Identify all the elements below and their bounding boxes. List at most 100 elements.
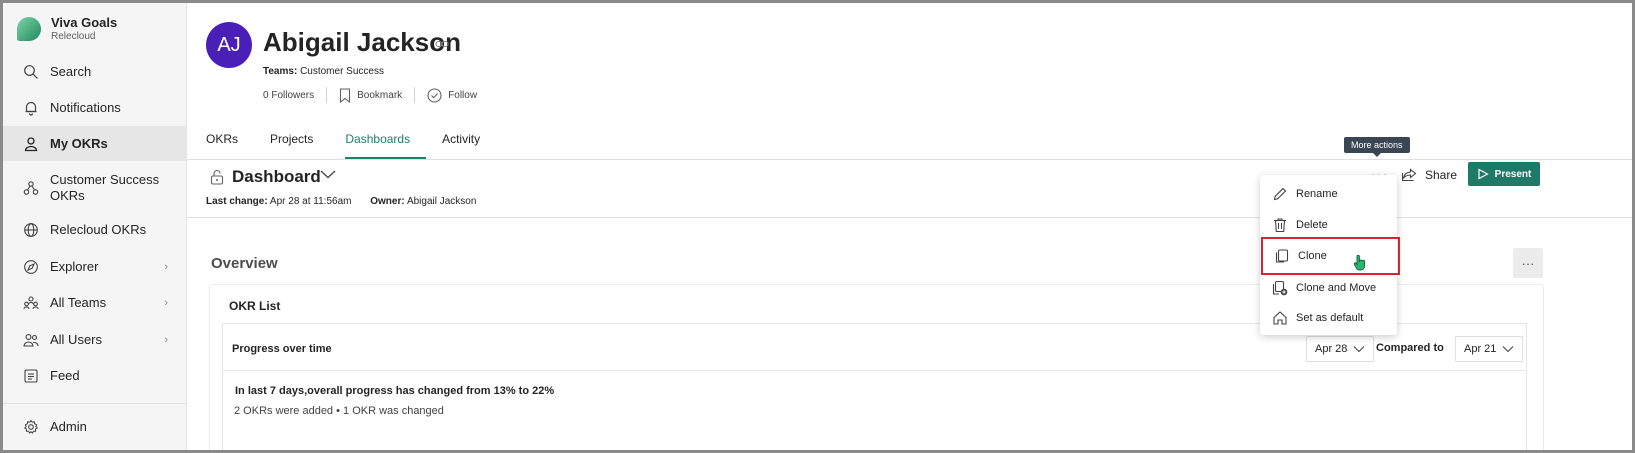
sidebar-item-customer-success-okrs[interactable]: Customer Success OKRs	[3, 171, 186, 205]
sidebar-item-my-okrs[interactable]: My OKRs	[3, 126, 186, 161]
brand[interactable]: Viva Goals Relecloud	[17, 15, 117, 43]
progress-title: Progress over time	[232, 343, 332, 355]
date-to-select[interactable]: Apr 21	[1455, 336, 1524, 362]
card-title: OKR List	[229, 299, 281, 313]
sidebar-item-label: My OKRs	[50, 135, 108, 151]
progress-card: Progress over time Apr 28 Compared to Ap…	[222, 323, 1527, 450]
sidebar-item-all-teams[interactable]: All Teams ›	[3, 290, 186, 316]
more-actions-tooltip: More actions	[1344, 137, 1410, 157]
link-icon[interactable]	[435, 37, 449, 52]
bookmark-icon	[339, 87, 351, 103]
profile-social-bar: 0 Followers Bookmark Follow	[263, 87, 477, 103]
chevron-down-icon	[1502, 345, 1514, 353]
copy-move-icon	[1272, 280, 1288, 296]
menu-item-delete[interactable]: Delete	[1260, 209, 1397, 240]
sidebar-item-label: Admin	[50, 419, 87, 434]
pencil-icon	[1272, 186, 1288, 202]
last-change-label: Last change:	[206, 196, 268, 207]
menu-item-clone[interactable]: Clone	[1261, 237, 1400, 275]
check-circle-icon	[427, 87, 442, 103]
teams-value[interactable]: Customer Success	[300, 66, 384, 77]
menu-item-label: Clone	[1298, 250, 1327, 262]
overview-title: Overview	[211, 255, 278, 272]
progress-summary: In last 7 days,overall progress has chan…	[235, 385, 555, 397]
feed-icon	[22, 367, 40, 385]
gear-icon	[22, 418, 40, 436]
sidebar-item-admin[interactable]: Admin	[3, 414, 186, 440]
dashboard-title[interactable]: Dashboard	[232, 167, 321, 187]
avatar: AJ	[206, 22, 252, 68]
sidebar-item-label: All Teams	[50, 295, 107, 310]
present-button[interactable]: Present	[1468, 162, 1540, 186]
sidebar-item-feed[interactable]: Feed	[3, 363, 186, 389]
chevron-right-icon: ›	[164, 334, 168, 346]
last-change-value: Apr 28 at 11:56am	[269, 196, 352, 207]
sidebar-item-label-line2: OKRs	[50, 188, 85, 203]
sidebar: Viva Goals Relecloud Search Notification…	[3, 3, 187, 450]
menu-item-label: Delete	[1296, 218, 1328, 231]
brand-name: Viva Goals	[51, 15, 118, 30]
share-label: Share	[1425, 168, 1458, 182]
tab-projects[interactable]: Projects	[270, 131, 329, 159]
compared-to-label: Compared to	[1376, 342, 1444, 354]
bookmark-button[interactable]: Bookmark	[357, 90, 402, 101]
date-from-value: Apr 28	[1315, 343, 1348, 355]
overview-more-button[interactable]: ···	[1513, 248, 1543, 278]
sidebar-item-all-users[interactable]: All Users ›	[3, 327, 186, 353]
menu-item-label: Set as default	[1296, 311, 1364, 324]
copy-icon	[1274, 248, 1290, 264]
sidebar-item-label: Explorer	[50, 259, 99, 274]
chevron-down-icon	[1353, 345, 1365, 353]
sidebar-item-relecloud-okrs[interactable]: Relecloud OKRs	[3, 217, 186, 243]
sidebar-item-notifications[interactable]: Notifications	[3, 95, 186, 121]
compass-icon	[22, 258, 40, 276]
chevron-down-icon[interactable]	[319, 167, 337, 185]
unlock-icon[interactable]	[210, 169, 224, 190]
trash-icon	[1272, 217, 1288, 233]
chevron-right-icon: ›	[164, 297, 168, 309]
search-icon	[22, 63, 40, 81]
owner-value: Abigail Jackson	[406, 196, 477, 207]
viva-goals-logo	[17, 17, 41, 41]
divider	[414, 87, 416, 103]
org-icon	[22, 179, 40, 197]
home-icon	[1272, 310, 1288, 326]
hand-cursor-icon	[1353, 254, 1367, 276]
tab-dashboards[interactable]: Dashboards	[345, 131, 427, 159]
profile-name: Abigail Jackson	[263, 27, 461, 57]
menu-item-label: Clone and Move	[1296, 281, 1377, 294]
menu-item-clone-and-move[interactable]: Clone and Move	[1260, 272, 1397, 303]
globe-icon	[22, 221, 40, 239]
share-icon	[1401, 168, 1417, 182]
sidebar-item-label: Feed	[50, 368, 80, 383]
teams-label: Teams:	[263, 66, 298, 77]
sidebar-item-label: Search	[50, 64, 92, 79]
divider	[223, 370, 1526, 371]
brand-org: Relecloud	[51, 31, 96, 42]
progress-details: 2 OKRs were added • 1 OKR was changed	[234, 405, 444, 417]
teams-icon	[22, 294, 40, 312]
share-button[interactable]: Share	[1401, 163, 1457, 187]
date-from-select[interactable]: Apr 28	[1306, 336, 1375, 362]
tab-okrs[interactable]: OKRs	[206, 131, 254, 159]
date-to-value: Apr 21	[1464, 343, 1497, 355]
menu-item-rename[interactable]: Rename	[1260, 178, 1397, 209]
more-actions-menu: Rename Delete Clone Clone and Move Set a…	[1260, 175, 1400, 335]
person-icon	[22, 135, 40, 153]
sidebar-item-label: Relecloud OKRs	[50, 222, 147, 237]
sidebar-item-search[interactable]: Search	[3, 59, 186, 85]
menu-item-set-as-default[interactable]: Set as default	[1260, 302, 1397, 333]
sidebar-item-explorer[interactable]: Explorer ›	[3, 254, 186, 280]
followers-count[interactable]: 0 Followers	[263, 90, 314, 101]
users-icon	[22, 331, 40, 349]
bell-icon	[22, 99, 40, 117]
owner-label: Owner:	[370, 196, 405, 207]
profile-tabs: OKRs Projects Dashboards Activity	[206, 131, 512, 159]
sidebar-item-label-line1: Customer Success	[50, 172, 160, 187]
app-window: Viva Goals Relecloud Search Notification…	[0, 0, 1635, 453]
sidebar-item-label: Notifications	[50, 100, 121, 115]
play-icon	[1477, 168, 1489, 180]
tab-activity[interactable]: Activity	[442, 131, 496, 159]
present-label: Present	[1494, 168, 1532, 180]
follow-button[interactable]: Follow	[448, 90, 477, 101]
